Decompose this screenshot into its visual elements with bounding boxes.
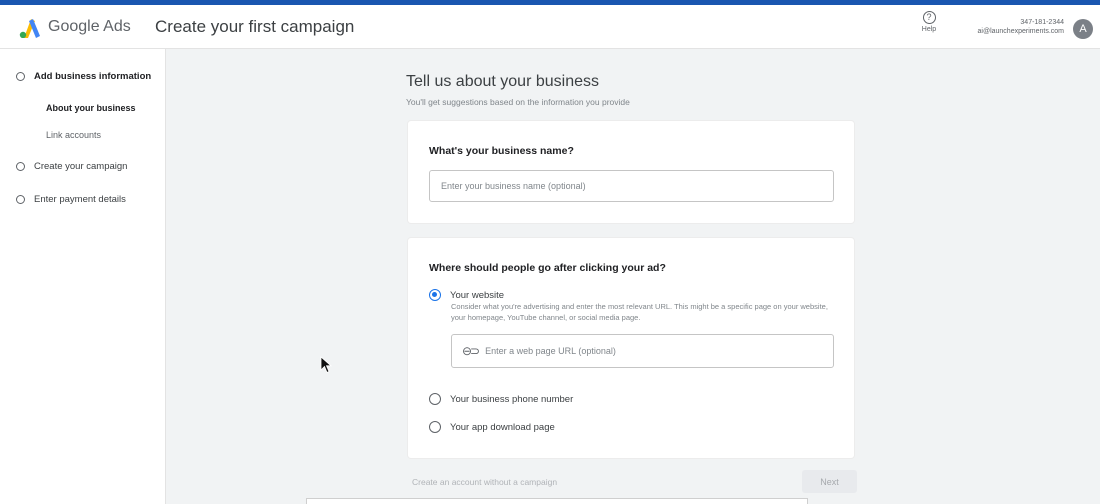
destination-question: Where should people go after clicking yo… <box>429 262 666 274</box>
account-info[interactable]: 347-181-2344 ai@launchexperiments.com <box>978 18 1064 36</box>
website-description: Consider what you're advertising and ent… <box>451 302 828 322</box>
page-title: Create your first campaign <box>155 17 355 36</box>
mouse-cursor-icon <box>320 356 332 374</box>
step-add-business-information[interactable]: Add business information <box>16 71 151 82</box>
step-label: Create your campaign <box>34 161 128 172</box>
radio-checked-icon <box>429 289 441 301</box>
step-create-your-campaign[interactable]: Create your campaign <box>16 161 127 172</box>
app-header: Google Ads Create your first campaign ? … <box>0 5 1100 49</box>
avatar[interactable]: A <box>1073 19 1093 39</box>
business-name-placeholder: Enter your business name (optional) <box>441 181 586 191</box>
step-circle-icon <box>16 162 25 171</box>
step-circle-icon <box>16 72 25 81</box>
section-heading: Tell us about your business <box>406 73 599 90</box>
bottom-panel-edge <box>306 498 808 504</box>
business-name-question: What's your business name? <box>429 145 574 157</box>
link-icon: ⊖⊃ <box>462 344 480 358</box>
radio-label: Your business phone number <box>450 393 574 405</box>
radio-label: Your app download page <box>450 421 555 433</box>
radio-label: Your website <box>450 289 505 301</box>
skip-campaign-link[interactable]: Create an account without a campaign <box>412 477 557 487</box>
radio-option-phone[interactable]: Your business phone number <box>429 393 573 405</box>
radio-unchecked-icon <box>429 393 441 405</box>
step-enter-payment-details[interactable]: Enter payment details <box>16 194 126 205</box>
substep-about-your-business[interactable]: About your business <box>46 103 136 113</box>
google-ads-logo-icon[interactable] <box>18 18 40 38</box>
step-label: Enter payment details <box>34 194 126 205</box>
radio-option-website[interactable]: Your website <box>429 289 504 301</box>
step-circle-icon <box>16 195 25 204</box>
substep-link-accounts[interactable]: Link accounts <box>46 130 101 140</box>
section-subheading: You'll get suggestions based on the info… <box>406 97 630 107</box>
website-url-input[interactable]: ⊖⊃ Enter a web page URL (optional) <box>451 334 834 368</box>
radio-unchecked-icon <box>429 421 441 433</box>
help-label: Help <box>921 26 937 33</box>
destination-card: Where should people go after clicking yo… <box>408 238 854 458</box>
business-name-card: What's your business name? Enter your bu… <box>408 121 854 223</box>
account-phone: 347-181-2344 <box>1020 19 1064 26</box>
account-email: ai@launchexperiments.com <box>977 28 1064 35</box>
step-label: Add business information <box>34 71 152 82</box>
help-button[interactable]: ? Help <box>917 11 941 33</box>
brand-name: Google Ads <box>48 18 131 35</box>
business-name-input[interactable]: Enter your business name (optional) <box>429 170 834 202</box>
next-button[interactable]: Next <box>802 470 857 493</box>
website-url-placeholder: Enter a web page URL (optional) <box>485 346 616 356</box>
help-icon: ? <box>922 11 936 24</box>
progress-sidebar: Add business information About your busi… <box>0 49 166 504</box>
radio-option-app[interactable]: Your app download page <box>429 421 555 433</box>
